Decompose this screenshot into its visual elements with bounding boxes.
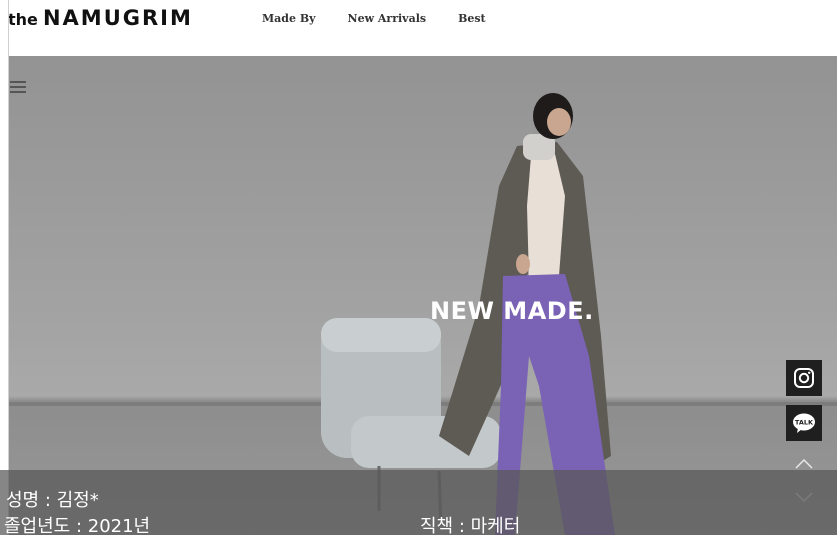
hero-banner[interactable]: NEW MADE. [9, 56, 837, 535]
hero-image [9, 93, 837, 535]
kakao-talk-icon: TALK [793, 413, 815, 433]
nav-new-arrivals[interactable]: New Arrivals [348, 12, 427, 25]
profile-name: 성명 : 김정* [6, 490, 99, 511]
hero-title: NEW MADE. [430, 297, 594, 325]
job-title: 직책 : 마케터 [420, 516, 521, 535]
page: the NAMUGRIM Made By New Arrivals Best N… [0, 0, 837, 535]
logo[interactable]: the NAMUGRIM [8, 6, 193, 30]
left-divider [8, 0, 9, 535]
logo-main: NAMUGRIM [42, 6, 193, 30]
talk-label: TALK [795, 419, 814, 427]
nav-best[interactable]: Best [458, 12, 486, 25]
header: the NAMUGRIM Made By New Arrivals Best [0, 0, 837, 56]
instagram-button[interactable] [786, 360, 822, 396]
logo-prefix: the [8, 10, 38, 29]
menu-icon[interactable] [10, 81, 26, 93]
nav-made-by[interactable]: Made By [262, 12, 316, 25]
instagram-icon [794, 368, 814, 388]
graduation-year: 졸업년도 : 2021년 [4, 516, 151, 535]
kakao-talk-button[interactable]: TALK [786, 405, 822, 441]
main-nav: Made By New Arrivals Best [262, 12, 486, 25]
profile-footer: 성명 : 김정* 졸업년도 : 2021년 직책 : 마케터 [0, 470, 837, 535]
